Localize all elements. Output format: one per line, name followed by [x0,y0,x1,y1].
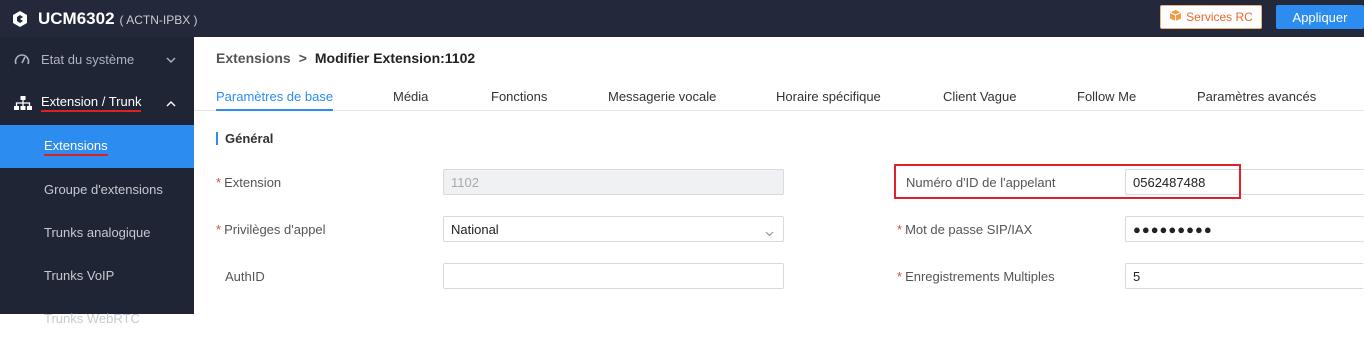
sidebar-item-label: Trunks analogique [44,225,151,240]
services-rc-label: Services RC [1186,10,1253,24]
sidebar-group-label: Extension / Trunk [41,94,142,112]
multiple-registrations-input[interactable]: 5 [1125,263,1364,289]
chevron-down-icon [765,225,774,240]
sip-password-value: ●●●●●●●●● [1133,221,1213,237]
sip-password-input[interactable]: ●●●●●●●●● [1125,216,1364,242]
sidebar-item-webrtc-trunks[interactable]: Trunks WebRTC [0,297,194,340]
apply-button[interactable]: Appliquer [1276,5,1364,29]
services-rc-button[interactable]: Services RC [1160,5,1262,29]
grandstream-logo-icon [10,9,30,29]
breadcrumb: Extensions > Modifier Extension:1102 [216,50,475,66]
extension-field: 1102 [443,169,784,195]
required-mark: * [216,175,222,190]
call-privileges-value: National [451,221,499,237]
tab-advanced-settings[interactable]: Paramètres avancés [1197,89,1316,104]
call-privileges-select[interactable]: National [443,216,784,242]
device-name: ( ACTN-IPBX ) [119,12,198,27]
sidebar-item-label: Extensions [44,138,108,156]
multiple-registrations-label: * Enregistrements Multiples [897,269,1055,284]
sidebar-item-voip-trunks[interactable]: Trunks VoIP [0,254,194,297]
sidebar-item-extensions[interactable]: Extensions [0,125,194,168]
box-icon [1169,9,1182,25]
required-mark: * [216,222,222,237]
breadcrumb-separator: > [298,50,307,66]
tab-wave-client[interactable]: Client Vague [943,89,1016,104]
chevron-down-icon [166,51,176,66]
sidebar-item-analog-trunks[interactable]: Trunks analogique [0,211,194,254]
sidebar-item-label: Trunks VoIP [44,268,115,283]
chevron-up-icon [166,95,176,110]
page-title: Modifier Extension:1102 [314,50,476,66]
sidebar-group-system-status[interactable]: Etat du système [0,37,194,81]
logo[interactable]: UCM6302 ( ACTN-IPBX ) [10,9,198,29]
tab-bar: Paramètres de base Média Fonctions Messa… [194,83,1364,111]
tab-voicemail[interactable]: Messagerie vocale [608,89,716,104]
breadcrumb-link-extensions[interactable]: Extensions [216,50,291,66]
gauge-icon [14,52,32,66]
tab-basic-settings[interactable]: Paramètres de base [216,89,333,104]
top-bar: UCM6302 ( ACTN-IPBX ) Services RC Appliq… [0,0,1364,37]
sip-password-label: * Mot de passe SIP/IAX [897,222,1033,237]
extension-label: * Extension [216,175,282,190]
tab-specific-schedule[interactable]: Horaire spécifique [776,89,881,104]
sidebar: Etat du système Extension / Trunk Extens… [0,37,194,326]
tab-media[interactable]: Média [393,89,428,104]
app-title: UCM6302 [38,8,115,28]
sidebar-group-extension-trunk[interactable]: Extension / Trunk [0,81,194,125]
authid-label: AuthID [225,269,265,284]
main-content: Extensions > Modifier Extension:1102 Par… [194,37,1364,314]
call-privileges-label: * Privilèges d'appel [216,222,326,237]
active-tab-indicator [216,109,333,111]
sidebar-item-label: Trunks WebRTC [44,311,140,326]
tab-features[interactable]: Fonctions [491,89,547,104]
tab-follow-me[interactable]: Follow Me [1077,89,1136,104]
required-mark: * [897,269,903,284]
highlight-box [894,164,1241,199]
sidebar-group-label: Etat du système [41,51,135,67]
authid-input[interactable] [443,263,784,289]
sidebar-item-extension-groups[interactable]: Groupe d'extensions [0,168,194,211]
section-title: Général [216,132,273,145]
network-icon [14,96,32,110]
sidebar-item-label: Groupe d'extensions [44,182,163,197]
required-mark: * [897,222,903,237]
